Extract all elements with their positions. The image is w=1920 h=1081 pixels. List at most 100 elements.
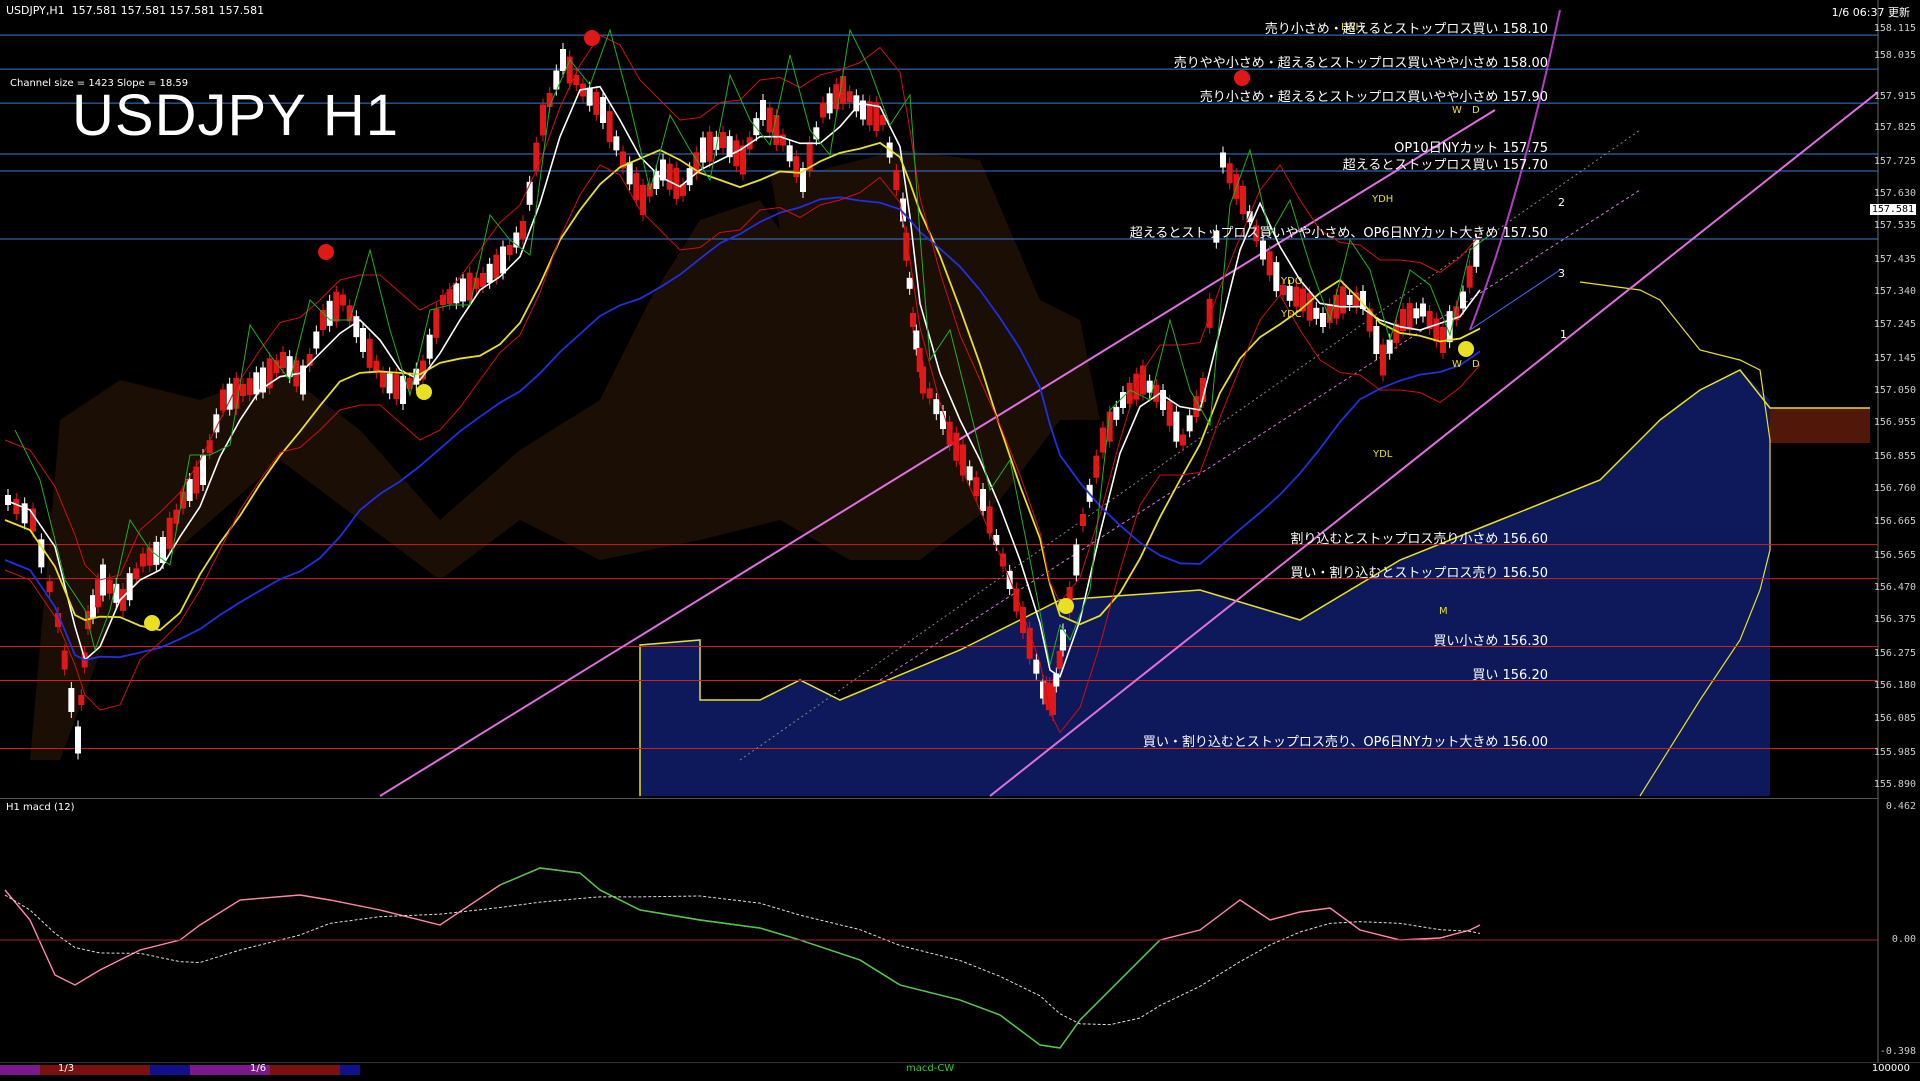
candle-body <box>1050 685 1056 715</box>
candle-body <box>313 331 320 349</box>
tab-seg[interactable] <box>150 1065 190 1075</box>
candle-body <box>720 132 726 148</box>
candle-body <box>1080 514 1086 526</box>
price-tick: 157.825 <box>1873 121 1916 133</box>
candle-body <box>366 338 373 368</box>
candle-body <box>1146 380 1153 393</box>
macd-axis-top: 0.462 <box>1885 801 1916 812</box>
candle-body <box>1466 265 1473 288</box>
candle-body <box>333 291 340 322</box>
pane-separator[interactable] <box>0 798 1878 799</box>
candle-body <box>613 136 620 151</box>
price-tick: 158.115 <box>1873 23 1916 35</box>
macd-axis-bottom: -0.398 <box>1879 1046 1916 1057</box>
level-label: 割り込むとストップロス売り小さめ 156.60 <box>1290 531 1548 547</box>
candle-body <box>1100 427 1106 453</box>
candle-body <box>520 221 526 239</box>
marker-n1: 1 <box>1560 328 1567 341</box>
candle-body <box>760 100 766 120</box>
price-tick: 156.955 <box>1873 417 1916 429</box>
tab-date-2[interactable]: 1/6 <box>250 1063 266 1074</box>
marker-ydl: YDL <box>1372 449 1393 460</box>
candle-body <box>766 107 773 133</box>
chart-canvas[interactable]: YDHYDOYDCYDLLWHW DW DM231 <box>0 0 1920 1080</box>
candle-body <box>560 49 566 71</box>
datetime-label: 1/6 06:37 更新 <box>1831 6 1910 19</box>
price-tick: 157.535 <box>1873 220 1916 232</box>
tab-date-1[interactable]: 1/3 <box>58 1063 74 1074</box>
candle-body <box>380 372 386 388</box>
chart-title: USDJPY H1 <box>72 83 400 148</box>
candle-body <box>193 466 200 494</box>
marker-d: D <box>1472 105 1480 116</box>
tab-seg[interactable] <box>270 1065 340 1075</box>
candle-body <box>586 87 593 106</box>
candle-body <box>68 688 75 712</box>
candle-body <box>393 374 400 400</box>
candle-body <box>1373 326 1380 354</box>
candle-body <box>1180 434 1186 446</box>
candle-body <box>1113 406 1120 420</box>
candle-body <box>1273 262 1280 292</box>
candle-body <box>933 399 940 415</box>
price-tick: 157.725 <box>1873 155 1916 167</box>
candle-body <box>1166 400 1173 426</box>
candle-body <box>993 535 1000 545</box>
candle-body <box>460 278 466 302</box>
marker-ydc: YDC <box>1280 309 1302 320</box>
candle-body <box>910 313 916 327</box>
candle-body <box>1420 303 1426 317</box>
marker-ydh: YDH <box>1371 194 1393 205</box>
candle-body <box>826 93 833 114</box>
candle-body <box>1033 659 1040 674</box>
proj-line <box>1469 269 1561 331</box>
candle-body <box>1340 286 1346 314</box>
candle-body <box>1346 295 1353 305</box>
candle-body <box>246 378 253 396</box>
candle-body <box>846 91 853 103</box>
tab-seg[interactable] <box>40 1065 150 1075</box>
candle-body <box>666 163 673 190</box>
price-tick: 156.565 <box>1873 549 1916 561</box>
price-tick: 155.890 <box>1873 778 1916 790</box>
candle-body <box>506 245 513 255</box>
candle-body <box>1406 303 1413 331</box>
candle-body <box>786 145 793 162</box>
candle-body <box>1413 308 1420 319</box>
candle-body <box>453 283 460 304</box>
level-label: 買い・割り込むとストップロス売り、OP6日NYカット大きめ 156.00 <box>1142 735 1548 751</box>
macd-signal <box>4 894 1481 1026</box>
tab-indicator[interactable]: macd-CW <box>906 1063 954 1074</box>
candle-body <box>793 156 800 178</box>
candle-body <box>1000 553 1006 567</box>
candle-body <box>480 273 486 287</box>
candle-body <box>593 91 600 115</box>
candle-body <box>1286 285 1293 301</box>
candle-body <box>920 366 926 394</box>
candle-body <box>913 330 920 350</box>
candle-body <box>61 650 68 670</box>
candle-body <box>1220 152 1226 168</box>
level-label: 超えるとストップロス買い 157.70 <box>1342 158 1548 174</box>
candle-body <box>606 111 613 143</box>
candle-body <box>106 579 113 594</box>
candle-body <box>893 170 900 190</box>
price-tick: 156.375 <box>1873 614 1916 626</box>
candle-body <box>1266 251 1273 276</box>
chart-window[interactable]: YDH YDO YDC YDL LWH W D W D M 2 3 1 USDJPY,H1 157.58… <box>0 0 1920 1081</box>
candle-body <box>433 308 440 338</box>
tab-seg[interactable] <box>0 1065 40 1075</box>
candle-body <box>1193 396 1200 418</box>
candle-body <box>980 489 986 511</box>
candle-body <box>200 455 206 485</box>
candle-body <box>600 97 606 123</box>
candle-body <box>426 334 433 359</box>
candle-body <box>700 137 706 163</box>
tab-seg[interactable] <box>340 1065 360 1075</box>
candle-body <box>126 573 133 601</box>
marker-m: M <box>1439 606 1448 617</box>
candle-body <box>326 300 333 326</box>
fractal-marker <box>584 30 600 46</box>
candle-body <box>160 537 166 563</box>
candle-body <box>633 173 640 201</box>
